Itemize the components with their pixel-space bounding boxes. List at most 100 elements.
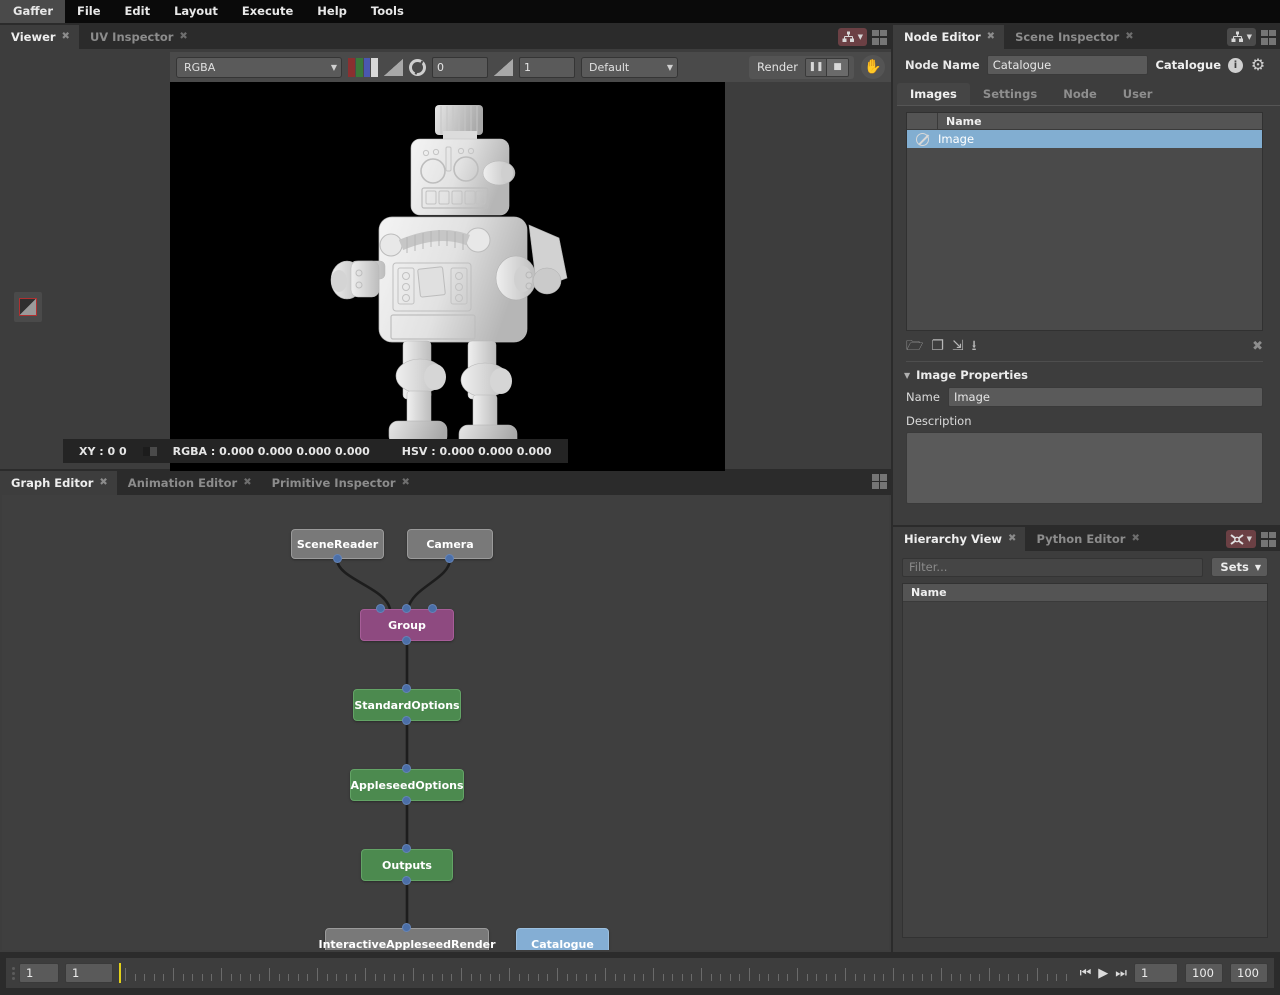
node-plug[interactable] <box>402 764 411 773</box>
tab-viewer[interactable]: Viewer ✖ <box>0 25 79 49</box>
close-icon[interactable]: ✖ <box>243 478 251 488</box>
node-plug[interactable] <box>402 716 411 725</box>
node-plug[interactable] <box>332 554 342 563</box>
play-end-field[interactable]: 100 <box>1185 963 1223 983</box>
graph-node-catalogue[interactable]: Catalogue <box>516 928 609 950</box>
gamma-value-field[interactable]: 1 <box>519 56 575 78</box>
channel-select-dropdown[interactable]: RGBA ▼ <box>176 56 342 78</box>
extract-icon[interactable]: ⭳ <box>972 339 977 353</box>
info-icon[interactable]: i <box>1228 57 1243 73</box>
frame-start-field[interactable]: 1 <box>19 963 59 983</box>
menu-item-gaffer[interactable]: Gaffer <box>0 0 65 23</box>
property-description-textarea[interactable] <box>906 432 1263 504</box>
close-icon[interactable]: ✖ <box>99 478 107 488</box>
play-start-field[interactable]: 1 <box>1134 963 1178 983</box>
chevron-down-icon[interactable]: ▼ <box>1247 535 1252 543</box>
node-graph-canvas[interactable]: SceneReader Camera Group StandardOptions App… <box>2 495 889 950</box>
range-end-field[interactable]: 100 <box>1230 963 1268 983</box>
menu-item-help[interactable]: Help <box>305 0 359 23</box>
gear-icon[interactable]: ⚙ <box>1250 57 1266 73</box>
menu-item-layout[interactable]: Layout <box>162 0 230 23</box>
table-row[interactable]: Image <box>907 130 1262 148</box>
timeline-tick <box>787 974 789 981</box>
tab-node-editor[interactable]: Node Editor ✖ <box>893 25 1005 49</box>
node-plug[interactable] <box>402 604 411 613</box>
playhead[interactable] <box>119 963 121 983</box>
stop-icon[interactable]: ■ <box>827 58 848 76</box>
menu-item-file[interactable]: File <box>65 0 113 23</box>
timeline-ruler[interactable] <box>119 961 1074 985</box>
render-canvas[interactable] <box>170 82 725 484</box>
close-icon[interactable]: ✖ <box>402 478 410 488</box>
viewer-layout-button[interactable] <box>872 29 887 45</box>
hierarchy-layout-button[interactable] <box>1261 531 1276 547</box>
tab-uv-inspector[interactable]: UV Inspector ✖ <box>79 25 197 49</box>
node-pin-icon <box>842 31 854 42</box>
hierarchy-list[interactable]: Name <box>902 583 1268 938</box>
skip-start-icon[interactable]: ⏮ <box>1080 966 1092 981</box>
graph-editor-layout-button[interactable] <box>872 474 887 489</box>
close-icon[interactable]: ✖ <box>62 32 70 42</box>
hand-tool-icon[interactable]: ✋ <box>861 55 885 79</box>
tab-graph-editor[interactable]: Graph Editor ✖ <box>0 471 117 495</box>
pause-icon[interactable]: ❚❚ <box>806 58 827 76</box>
render-controls: Render ❚❚ ■ ✋ <box>749 55 885 79</box>
chevron-down-icon[interactable]: ▼ <box>1247 33 1252 41</box>
chevron-down-icon[interactable]: ▼ <box>904 371 910 380</box>
node-plug[interactable] <box>402 876 411 885</box>
timeline-tick <box>816 974 818 981</box>
hierarchy-pin-button[interactable]: ▼ <box>1225 530 1256 548</box>
close-icon[interactable]: ✖ <box>1125 32 1133 42</box>
rgba-channel-swatches[interactable] <box>348 57 378 77</box>
drag-handle-icon[interactable] <box>12 966 15 980</box>
exposure-ramp-icon[interactable] <box>384 58 403 76</box>
play-icon[interactable]: ▶ <box>1098 966 1108 981</box>
close-icon[interactable]: ✖ <box>987 32 995 42</box>
node-plug[interactable] <box>402 796 411 805</box>
node-plug[interactable] <box>445 554 454 563</box>
add-folder-icon[interactable]: 🗁 <box>906 339 923 353</box>
close-icon[interactable]: ✖ <box>1008 534 1016 544</box>
subtab-node[interactable]: Node <box>1050 83 1110 105</box>
display-transform-dropdown[interactable]: Default ▼ <box>581 56 678 78</box>
node-plug[interactable] <box>402 923 411 932</box>
node-plug[interactable] <box>402 844 411 853</box>
menu-item-edit[interactable]: Edit <box>113 0 163 23</box>
node-plug[interactable] <box>402 636 411 645</box>
timeline-tick <box>768 974 770 981</box>
images-list[interactable]: Name Image <box>906 112 1263 331</box>
tab-animation-editor[interactable]: Animation Editor ✖ <box>117 471 261 495</box>
remove-icon[interactable]: ✖ <box>1252 340 1263 353</box>
sets-dropdown[interactable]: Sets ▼ <box>1211 557 1268 577</box>
property-name-input[interactable]: Image <box>947 387 1263 407</box>
duplicate-icon[interactable]: ❐ <box>931 339 944 353</box>
node-plug[interactable] <box>375 604 385 613</box>
viewer-node-pin-button[interactable]: ▼ <box>837 28 867 46</box>
close-icon[interactable]: ✖ <box>179 32 187 42</box>
subtab-images[interactable]: Images <box>897 83 970 105</box>
node-editor-layout-button[interactable] <box>1261 29 1276 45</box>
tab-scene-inspector[interactable]: Scene Inspector ✖ <box>1004 25 1143 49</box>
subtab-settings[interactable]: Settings <box>970 83 1050 105</box>
skip-end-icon[interactable]: ⏭ <box>1115 966 1127 981</box>
node-name-input[interactable]: Catalogue <box>986 55 1149 75</box>
crop-gradient-tool-button[interactable] <box>14 292 42 322</box>
close-icon[interactable]: ✖ <box>1131 534 1139 544</box>
menu-item-tools[interactable]: Tools <box>359 0 416 23</box>
tab-hierarchy-view[interactable]: Hierarchy View ✖ <box>893 527 1026 551</box>
exposure-value-field[interactable]: 0 <box>432 56 488 78</box>
node-editor-pin-button[interactable]: ▼ <box>1226 28 1256 46</box>
chevron-down-icon[interactable]: ▼ <box>858 33 863 41</box>
export-icon[interactable]: ⇲ <box>952 339 964 353</box>
menu-item-execute[interactable]: Execute <box>230 0 305 23</box>
current-frame-field[interactable]: 1 <box>65 963 113 983</box>
tab-python-editor[interactable]: Python Editor ✖ <box>1025 527 1148 551</box>
gamma-ramp-icon[interactable] <box>494 58 513 76</box>
node-plug[interactable] <box>402 684 411 693</box>
subtab-user[interactable]: User <box>1110 83 1166 105</box>
image-properties-header[interactable]: ▼ Image Properties <box>904 368 1263 382</box>
tab-primitive-inspector[interactable]: Primitive Inspector ✖ <box>261 471 419 495</box>
filter-input[interactable]: Filter... <box>902 557 1204 577</box>
aperture-icon[interactable] <box>409 58 426 76</box>
graph-node-label: SceneReader <box>296 537 379 551</box>
